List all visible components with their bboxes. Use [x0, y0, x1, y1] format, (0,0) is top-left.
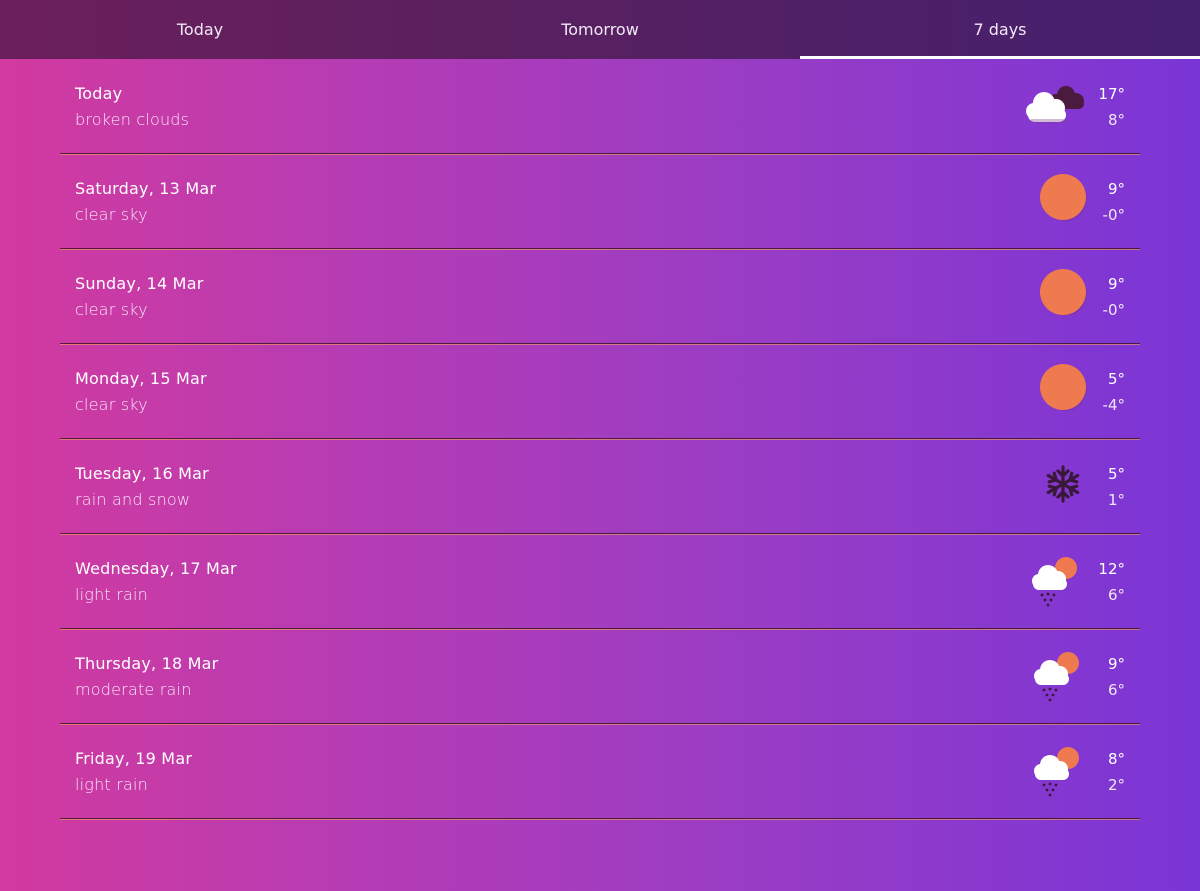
temp-max: 9° [1107, 275, 1125, 293]
temp-min: 6° [1107, 586, 1125, 604]
clear-sky-sun-icon [1018, 170, 1088, 228]
tab-today[interactable]: Today [0, 0, 400, 59]
forecast-day: Tuesday, 16 Mar [75, 464, 209, 483]
clear-sky-sun-icon [1018, 360, 1088, 418]
forecast-day: Wednesday, 17 Mar [75, 559, 237, 578]
temp-max: 5° [1107, 370, 1125, 388]
forecast-description: rain and snow [75, 490, 191, 509]
temp-min: 2° [1107, 776, 1125, 794]
forecast-tab-bar: Today Tomorrow 7 days [0, 0, 1200, 59]
rain-cloud-sun-icon [1018, 740, 1088, 798]
temp-max: 12° [1098, 560, 1125, 578]
forecast-day: Sunday, 14 Mar [75, 274, 204, 293]
broken-clouds-icon [1018, 75, 1088, 133]
temp-min: 6° [1107, 681, 1125, 699]
temp-max: 9° [1107, 180, 1125, 198]
forecast-row: Saturday, 13 Mar clear sky 9° -0° [60, 154, 1140, 249]
forecast-description: clear sky [75, 395, 148, 414]
forecast-description: broken clouds [75, 110, 190, 129]
forecast-description: moderate rain [75, 680, 192, 699]
temp-min: 8° [1107, 111, 1125, 129]
rain-cloud-sun-icon [1018, 550, 1088, 608]
forecast-day: Monday, 15 Mar [75, 369, 207, 388]
temp-min: -4° [1102, 396, 1125, 414]
temp-min: -0° [1102, 301, 1125, 319]
temp-max: 17° [1098, 85, 1125, 103]
forecast-row: Tuesday, 16 Mar rain and snow 5° 1° [60, 439, 1140, 534]
clear-sky-sun-icon [1018, 265, 1088, 323]
forecast-description: light rain [75, 775, 148, 794]
forecast-description: clear sky [75, 205, 148, 224]
forecast-day: Friday, 19 Mar [75, 749, 193, 768]
temp-max: 9° [1107, 655, 1125, 673]
forecast-row: Thursday, 18 Mar moderate rain 9° 6° [60, 629, 1140, 724]
forecast-list: Today broken clouds 17° 8° Saturday, 13 … [60, 59, 1140, 819]
forecast-row: Friday, 19 Mar light rain 8° 2° [60, 724, 1140, 819]
temp-max: 5° [1107, 465, 1125, 483]
temp-min: -0° [1102, 206, 1125, 224]
forecast-day: Saturday, 13 Mar [75, 179, 217, 198]
tab-7-days[interactable]: 7 days [800, 0, 1200, 59]
temp-min: 1° [1107, 491, 1125, 509]
forecast-row: Wednesday, 17 Mar light rain 12° 6° [60, 534, 1140, 629]
temp-max: 8° [1107, 750, 1125, 768]
forecast-day: Today [75, 84, 123, 103]
forecast-description: light rain [75, 585, 148, 604]
forecast-description: clear sky [75, 300, 148, 319]
forecast-row: Monday, 15 Mar clear sky 5° -4° [60, 344, 1140, 439]
forecast-row: Today broken clouds 17° 8° [60, 59, 1140, 154]
forecast-row: Sunday, 14 Mar clear sky 9° -0° [60, 249, 1140, 344]
snowflake-icon [1018, 455, 1088, 513]
tab-tomorrow[interactable]: Tomorrow [400, 0, 800, 59]
rain-cloud-sun-icon [1018, 645, 1088, 703]
forecast-day: Thursday, 18 Mar [75, 654, 219, 673]
